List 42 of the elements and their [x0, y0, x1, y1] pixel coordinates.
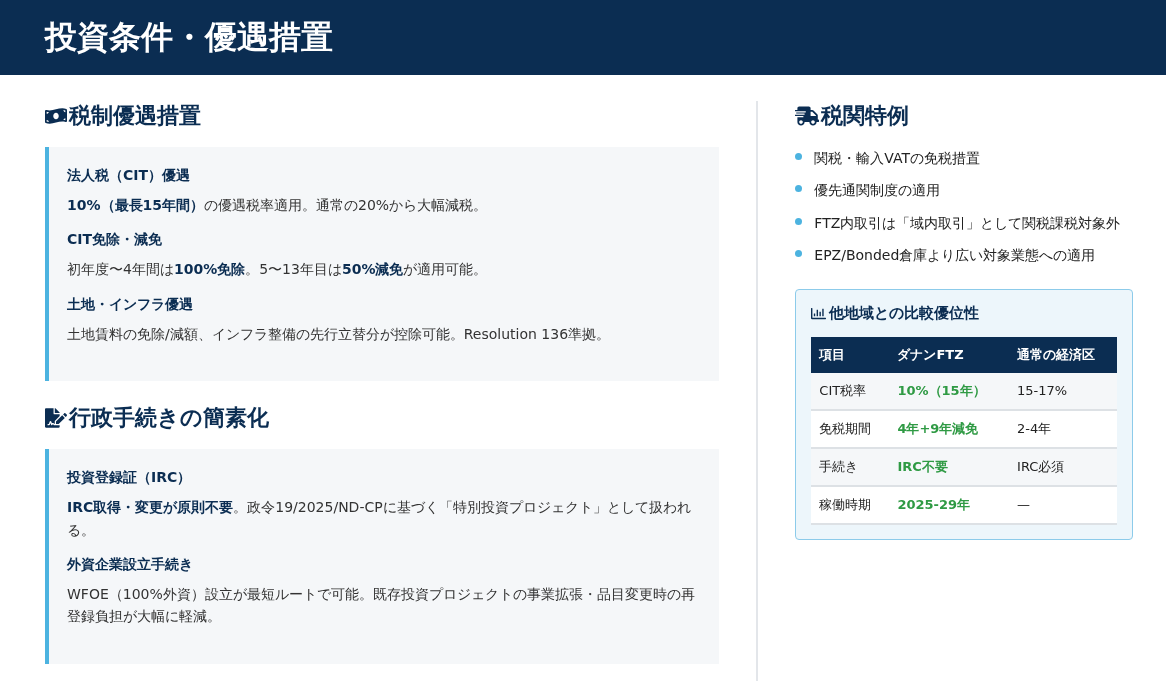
bullet-dot	[795, 185, 803, 193]
table-cell: IRC不要	[889, 447, 1010, 486]
table-cell: 手続き	[811, 447, 890, 486]
item-text: IRC取得・変更が原則不要。政令19/2025/ND-CPに基づく「特別投資プロジェクト」として扱われる。	[67, 498, 692, 540]
list-item-text: EPZ/Bonded倉庫より広い対象業態への適用	[814, 246, 1096, 266]
item-title: 投資登録証（IRC）	[67, 469, 193, 488]
item-text: 初年度〜4年間は100%免除。5〜13年目は50%減免が適用可能。	[67, 260, 489, 280]
table-cell: —	[1009, 485, 1117, 524]
section-title: 税関特例	[821, 102, 910, 130]
table-cell: 稼働時期	[811, 485, 890, 524]
money-bill-icon	[45, 105, 67, 127]
section-title: 税制優遇措置	[69, 102, 201, 130]
table-cell: CIT税率	[811, 372, 890, 410]
chart-icon	[811, 305, 827, 321]
column-header: 通常の経済区	[1009, 336, 1117, 373]
table-cell: 免税期間	[811, 409, 890, 448]
column-header: ダナンFTZ	[889, 336, 1010, 373]
item-text: WFOE（100%外資）設立が最短ルートで可能。既存投資プロジェクトの事業拡張・品目変更時の再登録負担が大幅に軽減。	[67, 584, 696, 627]
column-header: 項目	[811, 336, 890, 373]
item-text: 10%（最長15年間）の優遇税率適用。通常の20%から大幅減税。	[67, 196, 489, 215]
list-item-text: 優先通関制度の適用	[814, 181, 941, 201]
document-pen-icon	[45, 407, 67, 430]
item-title: 土地・インフラ優遇	[67, 295, 194, 314]
list-item-text: FTZ内取引は「域内取引」として関税課税対象外	[814, 213, 1121, 233]
bullet-dot	[795, 217, 803, 225]
table-cell: IRC必須	[1009, 447, 1117, 486]
table-cell: 15-17%	[1009, 372, 1117, 410]
panel-title: 他地域との比較優位性	[829, 303, 980, 323]
bullet-dot	[795, 153, 803, 160]
truck-icon	[795, 104, 820, 128]
section-title: 行政手続きの簡素化	[69, 404, 269, 433]
table-cell: 4年+9年減免	[889, 409, 1010, 448]
item-text: 土地賃料の免除/減額、インフラ整備の先行立替分が控除可能。Resolution 136準拠。	[67, 324, 612, 344]
table-cell: 2025-29年	[889, 485, 1010, 524]
list-item-text: 関税・輸入VATの免税措置	[814, 149, 981, 168]
page-title: 投資条件・優遇措置	[45, 16, 333, 58]
item-title: 法人税（CIT）優遇	[67, 167, 192, 185]
table-cell: 2-4年	[1009, 409, 1117, 448]
bullet-dot	[795, 250, 803, 258]
item-title: 外資企業設立手続き	[67, 555, 194, 574]
table-cell: 10%（15年）	[889, 372, 1010, 410]
item-title: CIT免除・減免	[67, 231, 164, 250]
